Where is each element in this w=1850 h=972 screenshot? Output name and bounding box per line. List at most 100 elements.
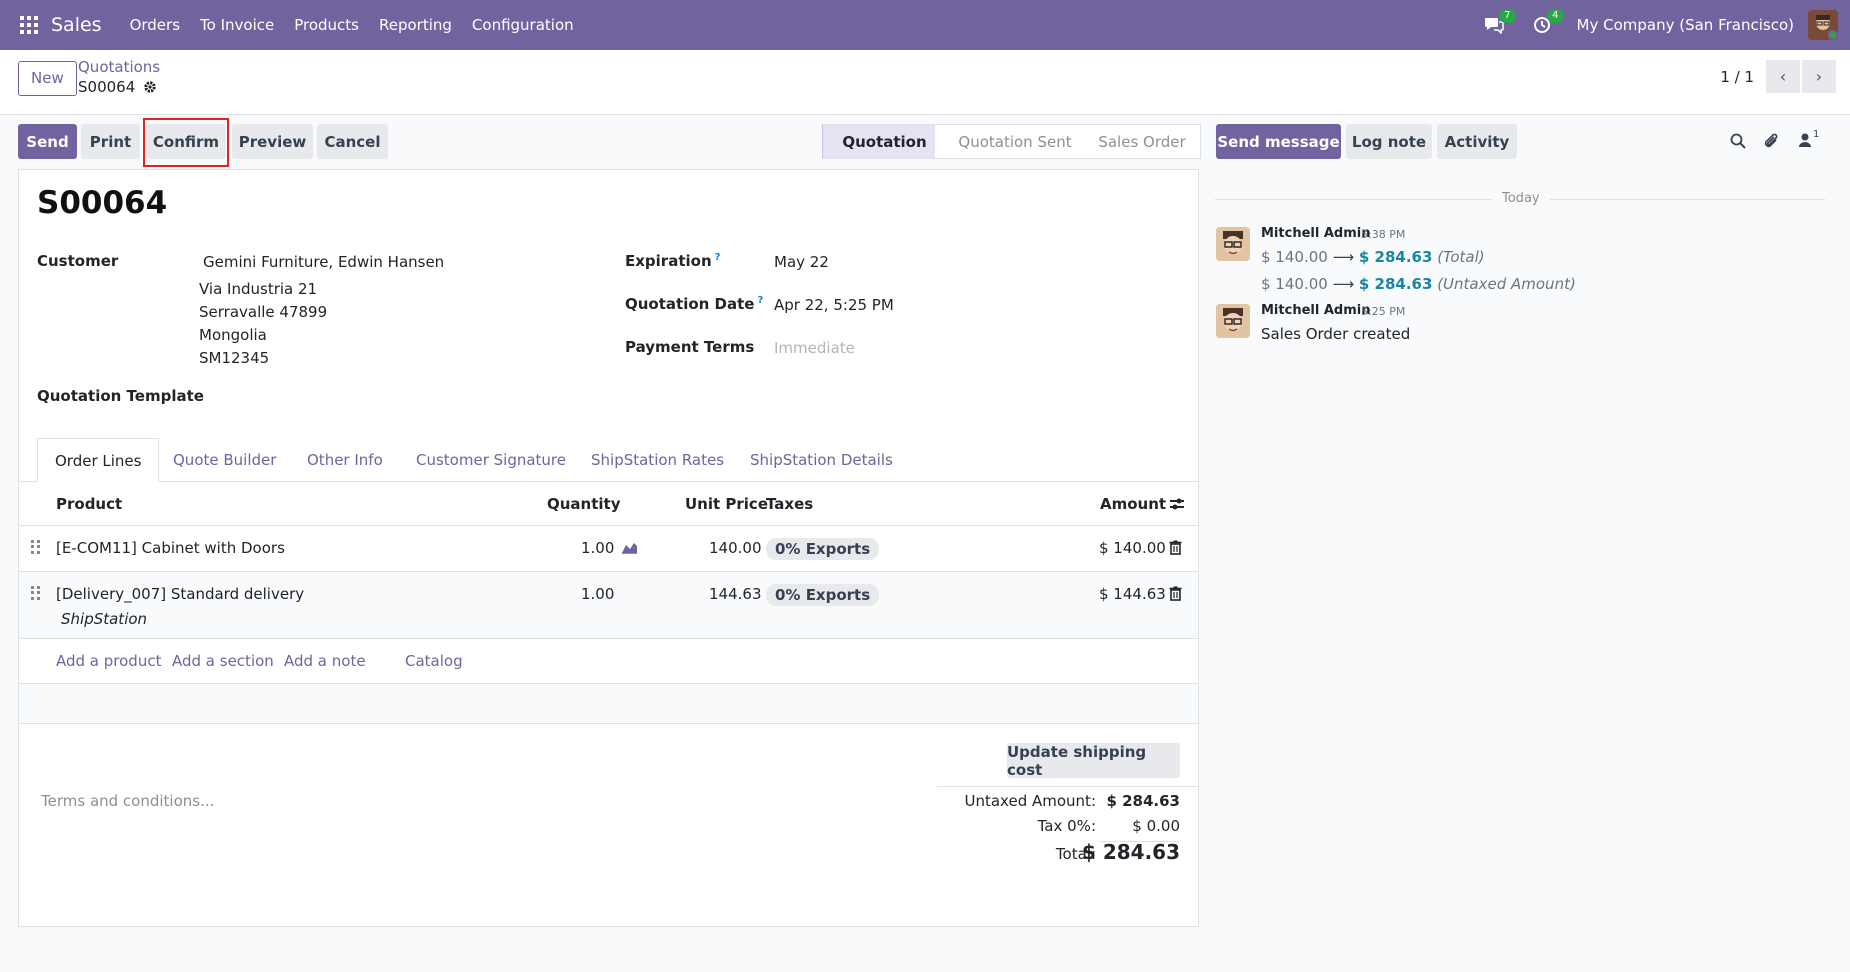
row-product[interactable]: [E-COM11] Cabinet with Doors xyxy=(56,539,285,557)
add-section-link[interactable]: Add a section xyxy=(172,652,274,670)
preview-button[interactable]: Preview xyxy=(232,124,313,159)
tab-customer-signature[interactable]: Customer Signature xyxy=(416,438,566,482)
pager-previous-button[interactable]: ‹ xyxy=(1766,60,1800,93)
drag-handle-icon[interactable] xyxy=(31,586,41,600)
col-product[interactable]: Product xyxy=(56,495,122,513)
tab-shipstation-rates[interactable]: ShipStation Rates xyxy=(591,438,724,482)
trash-icon[interactable] xyxy=(1169,586,1182,601)
order-lines-header: Product Quantity Unit Price Taxes Amount xyxy=(19,482,1198,526)
help-icon[interactable]: ? xyxy=(757,295,763,306)
col-unit-price[interactable]: Unit Price xyxy=(685,495,768,513)
update-shipping-cost-button[interactable]: Update shipping cost xyxy=(1007,743,1180,779)
tracking-field-name: (Untaxed Amount) xyxy=(1437,275,1576,293)
row-unit-price[interactable]: 140.00 xyxy=(709,539,762,557)
stage-quotation[interactable]: Quotation xyxy=(822,124,936,159)
arrow-right-icon: ⟶ xyxy=(1332,275,1355,293)
send-button[interactable]: Send xyxy=(18,124,77,159)
payment-terms-field[interactable]: Immediate xyxy=(774,339,855,357)
col-taxes[interactable]: Taxes xyxy=(766,495,813,513)
tab-other-info[interactable]: Other Info xyxy=(307,438,383,482)
author-portrait-icon xyxy=(1216,227,1250,261)
row-quantity[interactable]: 1.00 xyxy=(581,585,614,603)
address-line-2: Serravalle 47899 xyxy=(199,303,328,321)
add-product-link[interactable]: Add a product xyxy=(56,652,161,670)
table-row[interactable]: [Delivery_007] Standard delivery ShipSta… xyxy=(19,572,1198,639)
row-description[interactable]: ShipStation xyxy=(61,610,147,628)
stage-sales-order[interactable]: Sales Order xyxy=(1074,124,1201,159)
breadcrumb-quotations[interactable]: Quotations xyxy=(78,58,160,76)
expiration-field[interactable]: May 22 xyxy=(774,253,829,271)
send-message-button[interactable]: Send message xyxy=(1216,124,1341,159)
search-icon[interactable] xyxy=(1730,133,1746,149)
stage-sales-order-label: Sales Order xyxy=(1098,132,1186,151)
chevron-right-icon: › xyxy=(1815,67,1823,86)
company-switcher[interactable]: My Company (San Francisco) xyxy=(1577,16,1794,34)
tab-order-lines[interactable]: Order Lines xyxy=(37,438,160,482)
trash-icon[interactable] xyxy=(1169,540,1182,555)
col-quantity[interactable]: Quantity xyxy=(547,495,621,513)
menu-orders[interactable]: Orders xyxy=(130,16,180,34)
top-navbar: Sales Orders To Invoice Products Reporti… xyxy=(0,0,1850,50)
avatar[interactable] xyxy=(1216,304,1250,338)
expiration-label: Expiration? xyxy=(625,252,720,270)
tracking-old-value: $ 140.00 xyxy=(1261,275,1328,293)
form-sheet: S00064 Customer Gemini Furniture, Edwin … xyxy=(18,169,1199,927)
help-icon[interactable]: ? xyxy=(715,252,721,263)
followers-count: 1 xyxy=(1813,129,1820,140)
add-line-links: Add a product Add a section Add a note C… xyxy=(19,639,1198,684)
user-avatar[interactable] xyxy=(1808,10,1838,40)
forecast-chart-icon[interactable] xyxy=(621,540,638,554)
menu-products[interactable]: Products xyxy=(294,16,359,34)
stage-quotation-sent-label: Quotation Sent xyxy=(958,132,1072,151)
menu-reporting[interactable]: Reporting xyxy=(379,16,452,34)
tracking-field-name: (Total) xyxy=(1437,248,1485,266)
message-body: Sales Order created xyxy=(1261,325,1411,343)
tax-tag[interactable]: 0% Exports xyxy=(766,538,880,560)
row-quantity[interactable]: 1.00 xyxy=(581,539,614,557)
row-product[interactable]: [Delivery_007] Standard delivery xyxy=(56,585,304,603)
print-button[interactable]: Print xyxy=(81,124,140,159)
online-status-dot xyxy=(1828,30,1838,40)
tab-shipstation-details[interactable]: ShipStation Details xyxy=(750,438,893,482)
chevron-left-icon: ‹ xyxy=(1779,67,1787,86)
pager-value[interactable]: 1 / 1 xyxy=(1720,68,1754,86)
arrow-right-icon: ⟶ xyxy=(1332,248,1355,266)
breadcrumb-current: S00064 xyxy=(78,78,157,96)
optional-columns-icon[interactable] xyxy=(1169,497,1185,511)
drag-handle-icon[interactable] xyxy=(31,540,41,554)
message-author[interactable]: Mitchell Admin xyxy=(1261,303,1370,318)
total-label: Total: xyxy=(1055,845,1096,863)
row-unit-price[interactable]: 144.63 xyxy=(709,585,762,603)
pager-next-button[interactable]: › xyxy=(1802,60,1836,93)
tax-tag[interactable]: 0% Exports xyxy=(766,584,880,606)
message-author[interactable]: Mitchell Admin xyxy=(1261,226,1370,241)
message-time: 5:38 PM xyxy=(1361,228,1406,241)
table-row[interactable]: [E-COM11] Cabinet with Doors 1.00 140.00… xyxy=(19,526,1198,572)
catalog-link[interactable]: Catalog xyxy=(405,652,463,670)
log-note-button[interactable]: Log note xyxy=(1346,124,1432,159)
gear-icon[interactable] xyxy=(143,80,157,94)
app-name[interactable]: Sales xyxy=(51,14,102,36)
row-amount: $ 144.63 xyxy=(1099,585,1166,603)
new-button[interactable]: New xyxy=(18,61,77,96)
terms-and-conditions-field[interactable]: Terms and conditions... xyxy=(41,792,214,810)
activities-button[interactable]: 4 xyxy=(1529,9,1564,38)
col-amount[interactable]: Amount xyxy=(1100,495,1166,513)
paperclip-icon[interactable] xyxy=(1764,132,1780,150)
menu-configuration[interactable]: Configuration xyxy=(472,16,574,34)
stage-quotation-sent[interactable]: Quotation Sent xyxy=(935,124,1075,159)
customer-field[interactable]: Gemini Furniture, Edwin Hansen xyxy=(203,253,444,271)
quotation-date-field[interactable]: Apr 22, 5:25 PM xyxy=(774,296,894,314)
apps-menu-icon[interactable] xyxy=(20,16,38,34)
tab-quote-builder[interactable]: Quote Builder xyxy=(173,438,276,482)
add-note-link[interactable]: Add a note xyxy=(284,652,366,670)
cancel-button[interactable]: Cancel xyxy=(317,124,388,159)
avatar[interactable] xyxy=(1216,227,1250,261)
activity-button[interactable]: Activity xyxy=(1437,124,1517,159)
menu-to-invoice[interactable]: To Invoice xyxy=(200,16,274,34)
tracking-new-value: $ 284.63 xyxy=(1358,248,1433,266)
quotation-template-label: Quotation Template xyxy=(37,387,204,405)
followers-button[interactable]: 1 xyxy=(1798,129,1822,152)
status-bar: Quotation Quotation Sent Sales Order xyxy=(822,124,1201,159)
messaging-button[interactable]: 7 xyxy=(1481,9,1516,38)
